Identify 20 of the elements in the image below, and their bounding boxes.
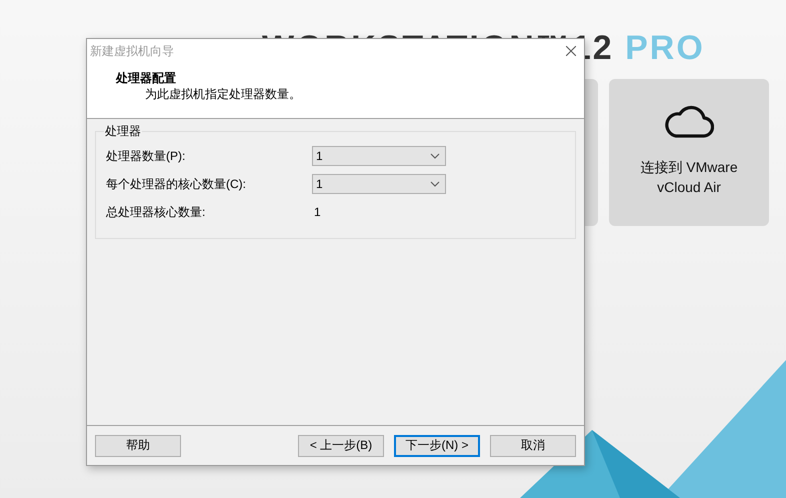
- close-icon[interactable]: [566, 46, 576, 56]
- dialog-button[interactable]: 帮助: [95, 434, 181, 456]
- field-label: 处理器数量(P):: [106, 148, 186, 164]
- dropdown[interactable]: 1: [312, 174, 446, 194]
- field-label: 每个处理器的核心数量(C):: [106, 176, 247, 192]
- dialog-button[interactable]: 下一步(N) >: [394, 434, 480, 456]
- field-value: 1: [313, 205, 321, 219]
- chevron-icon: [430, 181, 440, 187]
- dialog-button[interactable]: < 上一步(B): [298, 434, 384, 456]
- page-description: 为此虚拟机指定处理器数量。: [144, 86, 302, 102]
- dialog-button[interactable]: 取消: [490, 434, 576, 456]
- home-card[interactable]: 连接到 VMware vCloud Air: [609, 79, 769, 226]
- dropdown[interactable]: 1: [312, 146, 446, 166]
- window-title: 新建虚拟机向导: [90, 42, 174, 60]
- card-label: 连接到 VMware vCloud Air: [639, 158, 739, 197]
- field-label: 总处理器核心数量:: [106, 204, 206, 220]
- chevron-icon: [430, 153, 440, 159]
- group-title: 处理器: [104, 124, 142, 138]
- cloud-icon: [664, 105, 714, 139]
- page-heading: 处理器配置: [116, 70, 177, 86]
